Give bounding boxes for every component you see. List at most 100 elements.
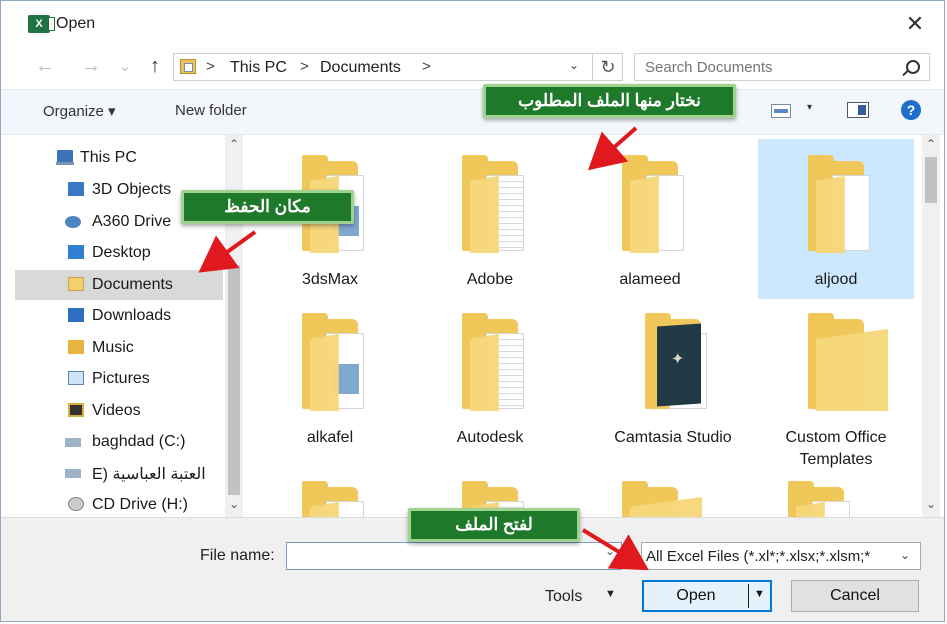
folder-icon — [808, 313, 888, 411]
callout-open-file: لفتح الملف — [408, 508, 580, 542]
drive-icon — [65, 469, 81, 478]
forward-arrow-icon[interactable]: → — [79, 53, 103, 79]
sidebar-item-label: baghdad (C:) — [92, 433, 186, 450]
folder-item-partial[interactable] — [572, 465, 728, 517]
folder-item-alkafel[interactable]: alkafel — [252, 297, 408, 457]
folder-item-partial[interactable] — [738, 465, 894, 517]
breadcrumb-separator[interactable]: > — [422, 58, 431, 75]
sidebar-item-label: A360 Drive — [92, 213, 172, 230]
sidebar-item-desktop[interactable]: Desktop — [15, 238, 223, 268]
pictures-icon — [68, 371, 84, 385]
sidebar-item-label: Videos — [92, 402, 141, 419]
preview-pane-icon[interactable] — [847, 102, 869, 118]
folder-icon — [808, 155, 888, 253]
file-name-dropdown-icon[interactable]: ⌄ — [605, 544, 615, 558]
folder-icon — [788, 481, 868, 517]
tools-button[interactable]: Tools — [545, 588, 582, 606]
file-type-filter[interactable]: All Excel Files (*.xl*;*.xlsx;*.xlsm;* ⌄ — [641, 542, 921, 570]
scroll-up-icon[interactable]: ⌃ — [226, 137, 242, 151]
sidebar-scroll-thumb[interactable] — [228, 265, 240, 495]
sidebar-item-drive-c[interactable]: baghdad (C:) — [15, 427, 223, 457]
sidebar-item-documents[interactable]: Documents — [15, 270, 223, 300]
refresh-icon[interactable]: ↻ — [592, 54, 623, 80]
chevron-down-icon[interactable]: ⌄ — [900, 548, 910, 562]
drive-icon — [65, 438, 81, 447]
sidebar-item-label: Downloads — [92, 307, 172, 324]
up-arrow-icon[interactable]: ↑ — [143, 53, 167, 79]
new-folder-button[interactable]: New folder — [175, 102, 247, 119]
downloads-icon — [68, 308, 84, 322]
open-button-label: Open — [676, 587, 716, 604]
callout-save-location: مكان الحفظ — [181, 190, 354, 224]
folder-name: alkafel — [306, 429, 354, 446]
address-dropdown-icon[interactable]: ⌄ — [569, 58, 579, 72]
sidebar-item-label: Desktop — [92, 244, 151, 261]
sidebar-item-music[interactable]: Music — [15, 333, 223, 363]
desktop-icon — [68, 245, 84, 259]
folder-icon — [622, 155, 702, 253]
open-button[interactable]: Open ▼ — [642, 580, 772, 612]
scroll-up-icon[interactable]: ⌃ — [923, 137, 939, 151]
cancel-button[interactable]: Cancel — [791, 580, 919, 612]
dialog-title: Open — [56, 15, 96, 32]
folder-item-partial[interactable] — [252, 465, 408, 517]
folder-icon — [462, 313, 542, 411]
excel-app-icon: X — [28, 15, 55, 33]
file-name-field[interactable] — [286, 542, 622, 570]
folder-item-camtasia-studio[interactable]: Camtasia Studio — [595, 297, 751, 457]
address-bar[interactable]: > This PC > Documents > ⌄ ↻ — [173, 53, 623, 81]
folder-name: 3dsMax — [301, 271, 359, 288]
scroll-down-icon[interactable]: ⌄ — [923, 497, 939, 511]
search-input[interactable] — [643, 58, 887, 77]
breadcrumb-documents[interactable]: Documents — [320, 59, 401, 77]
search-icon[interactable] — [906, 60, 920, 74]
close-button[interactable]: ✕ — [900, 9, 930, 39]
folder-item-alameed[interactable]: alameed — [572, 139, 728, 299]
sidebar-item-label: This PC — [80, 149, 137, 166]
folder-icon — [302, 481, 382, 517]
folder-name: aljood — [814, 271, 858, 288]
recent-locations-chevron-icon[interactable]: ⌄ — [113, 53, 137, 79]
view-options-caret-icon[interactable]: ▾ — [807, 102, 812, 113]
documents-icon — [68, 277, 84, 291]
folder-icon — [302, 313, 382, 411]
folder-name: Adobe — [466, 271, 514, 288]
command-toolbar: Organize ▾ New folder ▾ ? — [1, 89, 944, 135]
sidebar-item-label: العتبة العباسية (E — [92, 466, 206, 483]
organize-button[interactable]: Organize ▾ — [43, 102, 116, 120]
sidebar-item-label: CD Drive (H:) — [92, 496, 188, 513]
breadcrumb-separator: > — [300, 58, 309, 75]
sidebar-item-videos[interactable]: Videos — [15, 396, 223, 426]
sidebar-item-pictures[interactable]: Pictures — [15, 364, 223, 394]
cd-drive-icon — [68, 497, 84, 511]
folder-name: Autodesk — [456, 429, 524, 446]
breadcrumb-this-pc[interactable]: This PC — [230, 59, 287, 77]
folder-item-custom-office-templates[interactable]: Custom Office Templates — [758, 297, 914, 468]
tools-caret-icon[interactable]: ▼ — [605, 588, 616, 600]
breadcrumb-separator: > — [206, 58, 215, 75]
back-arrow-icon[interactable]: ← — [33, 53, 57, 79]
change-view-icon[interactable] — [771, 104, 791, 118]
sidebar-item-label: 3D Objects — [92, 181, 172, 198]
search-box[interactable] — [634, 53, 930, 81]
sidebar-item-drive-e[interactable]: العتبة العباسية (E — [15, 458, 223, 488]
content-scroll-thumb[interactable] — [925, 157, 937, 203]
help-icon[interactable]: ? — [901, 100, 921, 120]
folder-item-adobe[interactable]: Adobe — [412, 139, 568, 299]
file-name-input[interactable] — [291, 544, 595, 570]
3d-objects-icon — [68, 182, 84, 196]
folder-item-autodesk[interactable]: Autodesk — [412, 297, 568, 457]
scroll-down-icon[interactable]: ⌄ — [226, 497, 242, 511]
sidebar-item-label: Documents — [92, 276, 173, 293]
sidebar-item-cd-drive[interactable]: CD Drive (H:) — [15, 490, 223, 517]
folder-name: alameed — [619, 271, 681, 288]
sidebar-item-downloads[interactable]: Downloads — [15, 301, 223, 331]
documents-folder-icon — [180, 59, 196, 74]
folder-icon — [622, 481, 702, 517]
content-scrollbar[interactable]: ⌃ ⌄ — [922, 135, 940, 517]
open-options-caret-icon[interactable]: ▼ — [754, 588, 765, 600]
folder-item-aljood[interactable]: aljood — [758, 139, 914, 299]
split-divider — [748, 584, 749, 608]
folder-icon — [645, 313, 725, 411]
sidebar-item-this-pc[interactable]: This PC — [15, 143, 223, 173]
